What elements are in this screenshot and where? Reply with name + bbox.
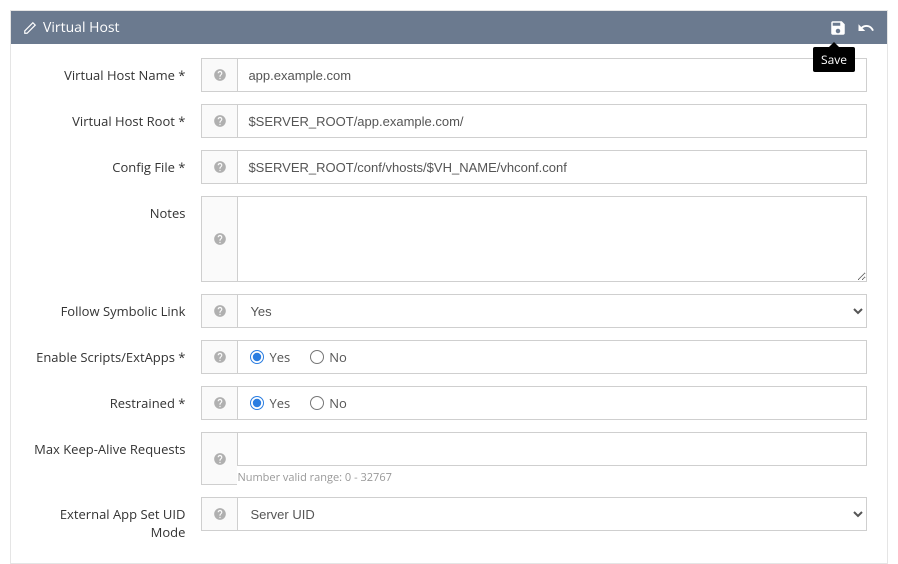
- row-enable-scripts: Enable Scripts/ExtApps * Yes No: [31, 340, 867, 374]
- label-vhost-name: Virtual Host Name *: [31, 58, 201, 84]
- help-icon[interactable]: [201, 386, 237, 420]
- scripts-no-radio[interactable]: [310, 350, 324, 364]
- restrained-no-label[interactable]: No: [310, 394, 347, 412]
- restrained-yes-label[interactable]: Yes: [250, 394, 290, 412]
- row-restrained: Restrained * Yes No: [31, 386, 867, 420]
- restrained-no-radio[interactable]: [310, 396, 324, 410]
- max-keepalive-input[interactable]: [237, 432, 867, 466]
- vhost-root-input[interactable]: [237, 104, 867, 138]
- row-notes: Notes: [31, 196, 867, 282]
- help-icon[interactable]: [201, 340, 237, 374]
- label-follow-symlink: Follow Symbolic Link: [31, 294, 201, 320]
- scripts-yes-label[interactable]: Yes: [250, 348, 290, 366]
- row-uid-mode: External App Set UID Mode Server UID: [31, 497, 867, 541]
- help-icon[interactable]: [201, 150, 237, 184]
- restrained-yes-text: Yes: [269, 394, 290, 412]
- max-keepalive-hint: Number valid range: 0 - 32767: [237, 470, 867, 485]
- uid-mode-select[interactable]: Server UID: [237, 497, 867, 531]
- form-body: Virtual Host Name * Virtual Host Root *: [11, 44, 887, 563]
- help-icon[interactable]: [201, 104, 237, 138]
- label-vhost-root: Virtual Host Root *: [31, 104, 201, 130]
- back-button[interactable]: [857, 19, 875, 37]
- follow-symlink-select[interactable]: Yes: [237, 294, 867, 328]
- label-notes: Notes: [31, 196, 201, 222]
- panel-title: Virtual Host: [43, 18, 829, 37]
- scripts-no-text: No: [329, 348, 347, 366]
- vhost-name-input[interactable]: [237, 58, 867, 92]
- virtual-host-panel: Virtual Host Save Virtual Host Name *: [10, 10, 888, 564]
- enable-scripts-radios: Yes No: [237, 340, 867, 374]
- save-tooltip: Save: [813, 47, 855, 72]
- row-follow-symlink: Follow Symbolic Link Yes: [31, 294, 867, 328]
- restrained-no-text: No: [329, 394, 347, 412]
- edit-icon: [23, 21, 37, 35]
- restrained-yes-radio[interactable]: [250, 396, 264, 410]
- row-vhost-name: Virtual Host Name *: [31, 58, 867, 92]
- restrained-radios: Yes No: [237, 386, 867, 420]
- row-vhost-root: Virtual Host Root *: [31, 104, 867, 138]
- scripts-yes-radio[interactable]: [250, 350, 264, 364]
- notes-input[interactable]: [237, 196, 867, 282]
- label-restrained: Restrained *: [31, 386, 201, 412]
- row-max-keepalive: Max Keep-Alive Requests Number valid ran…: [31, 432, 867, 485]
- help-icon[interactable]: [201, 58, 237, 92]
- label-enable-scripts: Enable Scripts/ExtApps *: [31, 340, 201, 366]
- scripts-yes-text: Yes: [269, 348, 290, 366]
- row-config-file: Config File *: [31, 150, 867, 184]
- scripts-no-label[interactable]: No: [310, 348, 347, 366]
- save-button[interactable]: [829, 19, 847, 37]
- label-uid-mode: External App Set UID Mode: [31, 497, 201, 541]
- label-max-keepalive: Max Keep-Alive Requests: [31, 432, 201, 458]
- config-file-input[interactable]: [237, 150, 867, 184]
- help-icon[interactable]: [201, 497, 237, 531]
- help-icon[interactable]: [201, 196, 237, 282]
- help-icon[interactable]: [201, 432, 237, 485]
- panel-header: Virtual Host Save: [11, 11, 887, 44]
- header-actions: [829, 19, 875, 37]
- help-icon[interactable]: [201, 294, 237, 328]
- label-config-file: Config File *: [31, 150, 201, 176]
